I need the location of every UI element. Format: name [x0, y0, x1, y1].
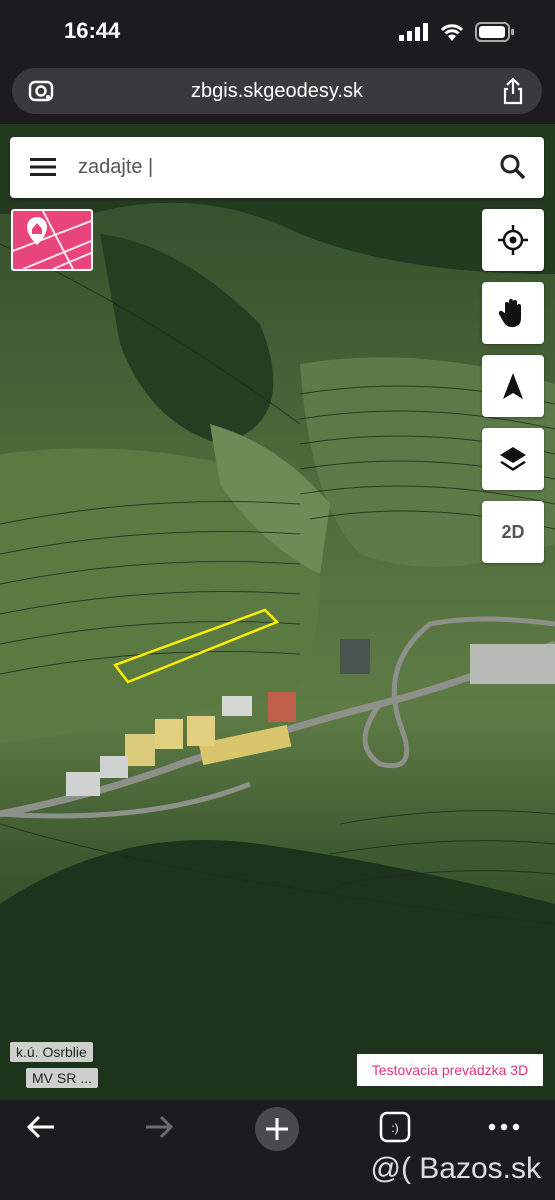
share-icon[interactable] [502, 77, 524, 105]
hamburger-menu-icon[interactable] [30, 157, 56, 177]
wifi-icon [440, 24, 464, 41]
source-attribution[interactable]: MV SR ... [26, 1068, 98, 1088]
bazos-watermark: @( Bazos.sk [370, 1152, 542, 1185]
layers-button[interactable] [482, 428, 544, 490]
address-bar[interactable]: zbgis.skgeodesy.sk [12, 68, 542, 114]
view-mode-button[interactable]: 2D [482, 501, 544, 563]
status-bar: 16:44 [0, 0, 555, 64]
new-tab-icon[interactable] [254, 1106, 300, 1152]
back-icon[interactable] [24, 1110, 58, 1144]
zbgis-logo[interactable] [11, 209, 93, 271]
url-text[interactable]: zbgis.skgeodesy.sk [12, 80, 542, 103]
status-icons [399, 22, 515, 42]
cellular-signal-icon [399, 23, 428, 41]
pan-tool-button[interactable] [482, 282, 544, 344]
hand-icon [498, 299, 521, 327]
tab-switcher-icon[interactable]: :) [378, 1110, 412, 1144]
layers-icon [500, 447, 526, 471]
compass-button[interactable] [482, 355, 544, 417]
north-arrow-icon [503, 373, 523, 399]
more-options-icon[interactable] [488, 1122, 520, 1132]
test-mode-notice: Testovacia prevádzka 3D [357, 1054, 543, 1086]
crosshair-icon [498, 225, 528, 255]
property-map-icon [12, 210, 92, 270]
status-time: 16:44 [64, 18, 121, 43]
battery-icon [475, 22, 514, 42]
locate-me-button[interactable] [482, 209, 544, 271]
search-icon[interactable] [500, 154, 526, 180]
search-input[interactable]: zadajte | [78, 156, 153, 179]
view-mode-label: 2D [501, 521, 525, 542]
search-bar[interactable]: zadajte | [10, 137, 544, 198]
forward-icon[interactable] [142, 1110, 176, 1144]
browser-toolbar: zbgis.skgeodesy.sk [0, 64, 555, 124]
map-view[interactable]: zadajte | 2D k.ú. Osrblie MV SR ... Test… [0, 124, 555, 1100]
svg-text::): :) [391, 1121, 398, 1135]
cadastral-area-label: k.ú. Osrblie [10, 1042, 93, 1062]
